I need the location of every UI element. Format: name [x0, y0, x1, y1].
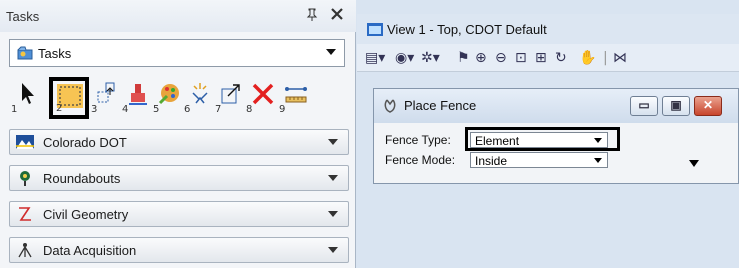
- view-attributes-icon[interactable]: ▤▾: [365, 50, 385, 66]
- place-fence-dialog: Place Fence ▭ ▣ ✕ Fence Type: Element Fe…: [373, 88, 739, 184]
- tasks-panel-title: Tasks: [6, 9, 40, 24]
- close-icon[interactable]: [330, 5, 344, 26]
- drop-element-icon: [192, 83, 208, 104]
- tasks-folder-icon: [17, 46, 33, 60]
- chevron-down-icon: [594, 158, 602, 163]
- tasks-panel: Tasks Tasks 1 2 3 4 5 6 7 8 9 Colorado D…: [0, 0, 356, 268]
- zoom-in-icon[interactable]: ⊕: [475, 50, 487, 66]
- display-style-icon[interactable]: ◉▾: [395, 50, 414, 66]
- view-toolbar: ▤▾ ◉▾ ✲▾ ⚑ ⊕ ⊖ ⊡ ⊞ ↻ ✋ | ⋈: [357, 44, 739, 72]
- update-view-icon[interactable]: ⚑: [457, 50, 470, 66]
- civil-geometry-icon: [16, 206, 34, 222]
- tool-modify-element[interactable]: 4: [122, 81, 154, 115]
- zoom-out-icon[interactable]: ⊖: [495, 50, 507, 66]
- chevron-down-icon: [328, 247, 338, 253]
- category-roundabouts[interactable]: Roundabouts: [9, 165, 349, 191]
- tool-number: 2: [56, 103, 63, 114]
- tool-scale[interactable]: 7: [215, 81, 247, 115]
- maximize-button[interactable]: ▣: [662, 96, 690, 116]
- chevron-down-icon: [326, 49, 336, 55]
- data-acquisition-icon: [16, 242, 34, 258]
- tool-number: 4: [122, 104, 129, 115]
- category-label: Data Acquisition: [43, 243, 137, 258]
- chevron-down-icon: [328, 175, 338, 181]
- task-dropdown-value: Tasks: [38, 46, 72, 61]
- tool-change-attributes[interactable]: 5: [153, 81, 185, 115]
- tool-number: 6: [184, 104, 191, 115]
- close-button[interactable]: ✕: [694, 96, 722, 116]
- scale-icon: [221, 84, 240, 104]
- tool-place-fence[interactable]: 2: [49, 77, 89, 119]
- tool-number: 3: [91, 104, 98, 115]
- fence-mode-select[interactable]: Inside: [470, 152, 608, 168]
- walk-icon[interactable]: ⋈: [613, 50, 627, 66]
- tool-delete-element[interactable]: 8: [246, 81, 278, 115]
- tool-number: 5: [153, 104, 160, 115]
- fence-mode-label: Fence Mode:: [385, 153, 456, 167]
- lighting-icon[interactable]: ✲▾: [421, 50, 440, 66]
- view-title: View 1 - Top, CDOT Default: [387, 22, 547, 37]
- tool-number: 1: [11, 104, 18, 115]
- place-fence-title: Place Fence: [404, 98, 477, 113]
- close-icon: ✕: [702, 98, 714, 112]
- view-window: View 1 - Top, CDOT Default ▤▾ ◉▾ ✲▾ ⚑ ⊕ …: [357, 0, 739, 268]
- category-data-acquisition[interactable]: Data Acquisition: [9, 237, 349, 263]
- tool-element-selection[interactable]: 1: [11, 81, 43, 115]
- change-attributes-icon: [158, 84, 179, 105]
- category-label: Civil Geometry: [43, 207, 129, 222]
- pin-icon[interactable]: [306, 8, 318, 25]
- tasks-panel-title-bar: Tasks: [0, 0, 356, 32]
- toolbar-separator: |: [603, 50, 608, 66]
- place-fence-dialog-icon: [383, 98, 397, 117]
- tool-modify-fence[interactable]: 3: [91, 81, 123, 115]
- tool-number: 7: [215, 104, 222, 115]
- fence-type-highlight: [465, 127, 620, 151]
- view-title-bar: View 1 - Top, CDOT Default: [357, 14, 739, 44]
- tool-number: 9: [279, 104, 286, 115]
- minimize-button[interactable]: ▭: [630, 96, 658, 116]
- task-dropdown[interactable]: Tasks: [9, 39, 345, 67]
- maximize-icon: ▣: [670, 98, 682, 112]
- modify-fence-icon: [97, 82, 115, 103]
- chevron-down-icon: [328, 211, 338, 217]
- delete-element-icon: [252, 83, 274, 105]
- pan-view-icon[interactable]: ✋: [579, 50, 596, 66]
- tool-drop-element[interactable]: 6: [184, 81, 216, 115]
- roundabouts-icon: [16, 170, 34, 186]
- place-fence-title-bar: Place Fence ▭ ▣ ✕: [374, 89, 738, 123]
- colorado-dot-icon: [16, 134, 34, 150]
- measure-distance-icon: [285, 87, 307, 103]
- category-colorado-dot[interactable]: Colorado DOT: [9, 129, 349, 155]
- task-tools-row: 1 2 3 4 5 6 7 8 9: [9, 75, 349, 121]
- rotate-view-icon[interactable]: ↻: [555, 50, 567, 66]
- tool-measure-distance[interactable]: 9: [279, 81, 311, 115]
- options-expand-icon[interactable]: [689, 160, 699, 167]
- chevron-down-icon: [328, 139, 338, 145]
- element-selection-icon: [22, 83, 34, 104]
- modify-element-icon: [129, 84, 147, 105]
- category-label: Colorado DOT: [43, 135, 127, 150]
- category-civil-geometry[interactable]: Civil Geometry: [9, 201, 349, 227]
- category-label: Roundabouts: [43, 171, 121, 186]
- tool-number: 8: [246, 104, 253, 115]
- fence-type-label: Fence Type:: [385, 133, 451, 147]
- fit-view-icon[interactable]: ⊞: [535, 50, 547, 66]
- window-area-icon[interactable]: ⊡: [515, 50, 527, 66]
- fence-mode-value: Inside: [475, 154, 508, 168]
- minimize-icon: ▭: [638, 98, 650, 112]
- view-window-icon: [367, 23, 383, 36]
